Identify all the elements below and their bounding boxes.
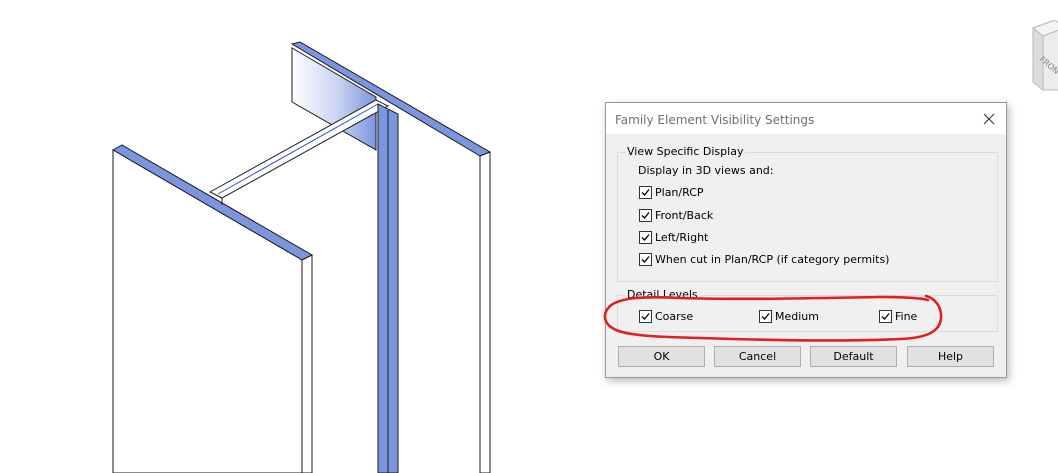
check-icon xyxy=(641,188,650,196)
checkbox-box[interactable] xyxy=(759,309,772,323)
front-flange-side[interactable] xyxy=(301,254,313,473)
check-icon xyxy=(641,255,650,263)
coarse-checkbox[interactable]: Coarse xyxy=(639,308,693,324)
view-specific-display-label: View Specific Display xyxy=(625,145,746,158)
view-specific-display-group: View Specific Display Display in 3D view… xyxy=(617,145,998,282)
checkbox-box[interactable] xyxy=(639,185,652,199)
close-icon xyxy=(983,113,995,124)
visibility-settings-dialog: Family Element Visibility Settings View … xyxy=(605,102,1007,378)
fine-checkbox[interactable]: Fine xyxy=(879,308,917,324)
check-icon xyxy=(641,312,650,320)
checkbox-box[interactable] xyxy=(879,309,892,323)
cut-in-plan-checkbox[interactable]: When cut in Plan/RCP (if category permit… xyxy=(639,251,889,267)
detail-levels-label: Detail Levels xyxy=(625,288,700,301)
dialog-title: Family Element Visibility Settings xyxy=(615,113,815,127)
cancel-button[interactable]: Cancel xyxy=(714,346,801,367)
left-right-label: Left/Right xyxy=(655,230,709,244)
viewcube[interactable]: FRONT xyxy=(1025,20,1058,100)
check-icon xyxy=(641,233,650,241)
plan-rcp-label: Plan/RCP xyxy=(655,185,704,199)
fine-label: Fine xyxy=(895,309,918,323)
medium-label: Medium xyxy=(775,309,819,323)
display-3d-label: Display in 3D views and: xyxy=(638,164,774,177)
check-icon xyxy=(761,312,770,320)
checkbox-box[interactable] xyxy=(639,230,652,244)
help-button[interactable]: Help xyxy=(907,346,994,367)
checkbox-box[interactable] xyxy=(639,309,652,323)
cut-in-plan-label: When cut in Plan/RCP (if category permit… xyxy=(655,252,890,266)
left-right-checkbox[interactable]: Left/Right xyxy=(639,229,708,245)
dialog-titlebar[interactable]: Family Element Visibility Settings xyxy=(606,103,1006,134)
check-icon xyxy=(881,312,890,320)
default-button[interactable]: Default xyxy=(810,346,897,367)
front-back-checkbox[interactable]: Front/Back xyxy=(639,207,713,223)
checkbox-box[interactable] xyxy=(639,208,652,222)
ok-button[interactable]: OK xyxy=(618,346,705,367)
check-icon xyxy=(641,211,650,219)
back-flange-front-face[interactable] xyxy=(479,151,491,473)
checkbox-box[interactable] xyxy=(639,252,652,266)
close-button[interactable] xyxy=(972,103,1006,134)
web-edge xyxy=(217,103,379,195)
front-back-label: Front/Back xyxy=(655,208,714,222)
coarse-label: Coarse xyxy=(655,309,694,323)
detail-levels-group: Detail Levels Coarse Medium Fine xyxy=(617,288,998,332)
medium-checkbox[interactable]: Medium xyxy=(759,308,819,324)
plan-rcp-checkbox[interactable]: Plan/RCP xyxy=(639,184,704,200)
